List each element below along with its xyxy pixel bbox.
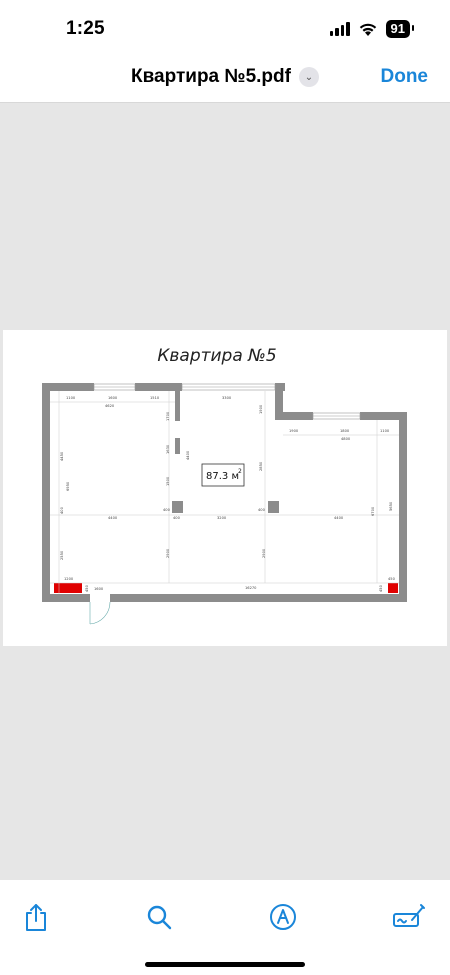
status-bar: 1:25 91 xyxy=(0,0,450,60)
dim-label: 1100 xyxy=(380,429,390,433)
radiator-right xyxy=(388,583,398,593)
battery-indicator: 91 xyxy=(385,20,415,38)
area-value: 87.3 м xyxy=(206,471,239,482)
radiator-left xyxy=(54,583,82,593)
dim-label: 1200 xyxy=(64,577,74,581)
dim-label: 1600 xyxy=(108,396,118,400)
windows xyxy=(93,383,361,420)
chevron-down-icon[interactable]: ⌄ xyxy=(298,67,319,87)
search-button[interactable] xyxy=(145,902,175,932)
status-icons: 91 xyxy=(329,20,415,38)
dim-label: 1700 xyxy=(166,411,170,421)
dim-label: 4620 xyxy=(105,404,115,408)
navigation-bar: Квартира №5.pdf ⌄ Done xyxy=(0,60,450,103)
dim-label: 1800 xyxy=(340,429,350,433)
floor-plan: Квартира №5 1100 1600 1510 4620 3300 190… xyxy=(42,346,407,625)
signature-icon xyxy=(393,904,425,927)
dim-label: 1100 xyxy=(66,396,76,400)
pdf-page[interactable]: Квартира №5 1100 1600 1510 4620 3300 190… xyxy=(3,330,447,646)
wifi-icon xyxy=(359,23,376,36)
dim-label: 400 xyxy=(258,508,266,512)
markup-button[interactable] xyxy=(268,902,298,932)
dim-label: 1630 xyxy=(166,444,170,454)
done-button[interactable]: Done xyxy=(381,66,429,88)
dim-label: 1510 xyxy=(150,396,160,400)
dim-label: 3200 xyxy=(217,516,227,520)
bottom-toolbar xyxy=(0,880,450,975)
dim-label: 4400 xyxy=(108,516,118,520)
dim-label: 16270 xyxy=(245,586,257,590)
dim-label: 3300 xyxy=(222,396,232,400)
dim-label: 1900 xyxy=(289,429,299,433)
share-button[interactable] xyxy=(22,902,52,932)
dim-label: 400 xyxy=(173,516,181,520)
dim-label: 6950 xyxy=(66,481,70,491)
dim-label: 4400 xyxy=(186,450,190,460)
dim-label: 6700 xyxy=(371,506,375,516)
share-icon xyxy=(26,904,46,931)
dim-label: 2900 xyxy=(262,548,266,558)
status-time: 1:25 xyxy=(66,18,105,39)
dim-label: 2850 xyxy=(259,461,263,471)
entry-door xyxy=(89,601,111,625)
dim-label: 1500 xyxy=(166,476,170,486)
dim-label: 4450 xyxy=(60,451,64,461)
plan-title: Квартира №5 xyxy=(157,346,276,366)
document-title[interactable]: Квартира №5.pdf xyxy=(131,66,291,88)
area-unit-superscript: 2 xyxy=(238,468,242,475)
dim-label: 400 xyxy=(60,506,64,514)
dim-label: 1600 xyxy=(94,587,104,591)
dim-label: 450 xyxy=(379,584,383,592)
dim-label: 5650 xyxy=(389,501,393,511)
pdf-viewer[interactable]: Квартира №5 1100 1600 1510 4620 3300 190… xyxy=(0,103,450,880)
signature-button[interactable] xyxy=(392,902,425,932)
home-indicator xyxy=(145,962,305,967)
dim-label: 450 xyxy=(388,577,396,581)
dim-label: 1900 xyxy=(259,404,263,414)
dim-label: 4400 xyxy=(334,516,344,520)
dim-label: 2550 xyxy=(60,550,64,560)
dimension-lines xyxy=(50,391,399,594)
dim-label: 400 xyxy=(163,508,171,512)
search-icon xyxy=(147,905,172,930)
dim-label: 2900 xyxy=(166,548,170,558)
dim-label: 450 xyxy=(85,584,89,592)
markup-icon xyxy=(270,904,296,930)
cellular-signal-icon xyxy=(329,22,350,36)
dim-label: 4800 xyxy=(341,437,351,441)
